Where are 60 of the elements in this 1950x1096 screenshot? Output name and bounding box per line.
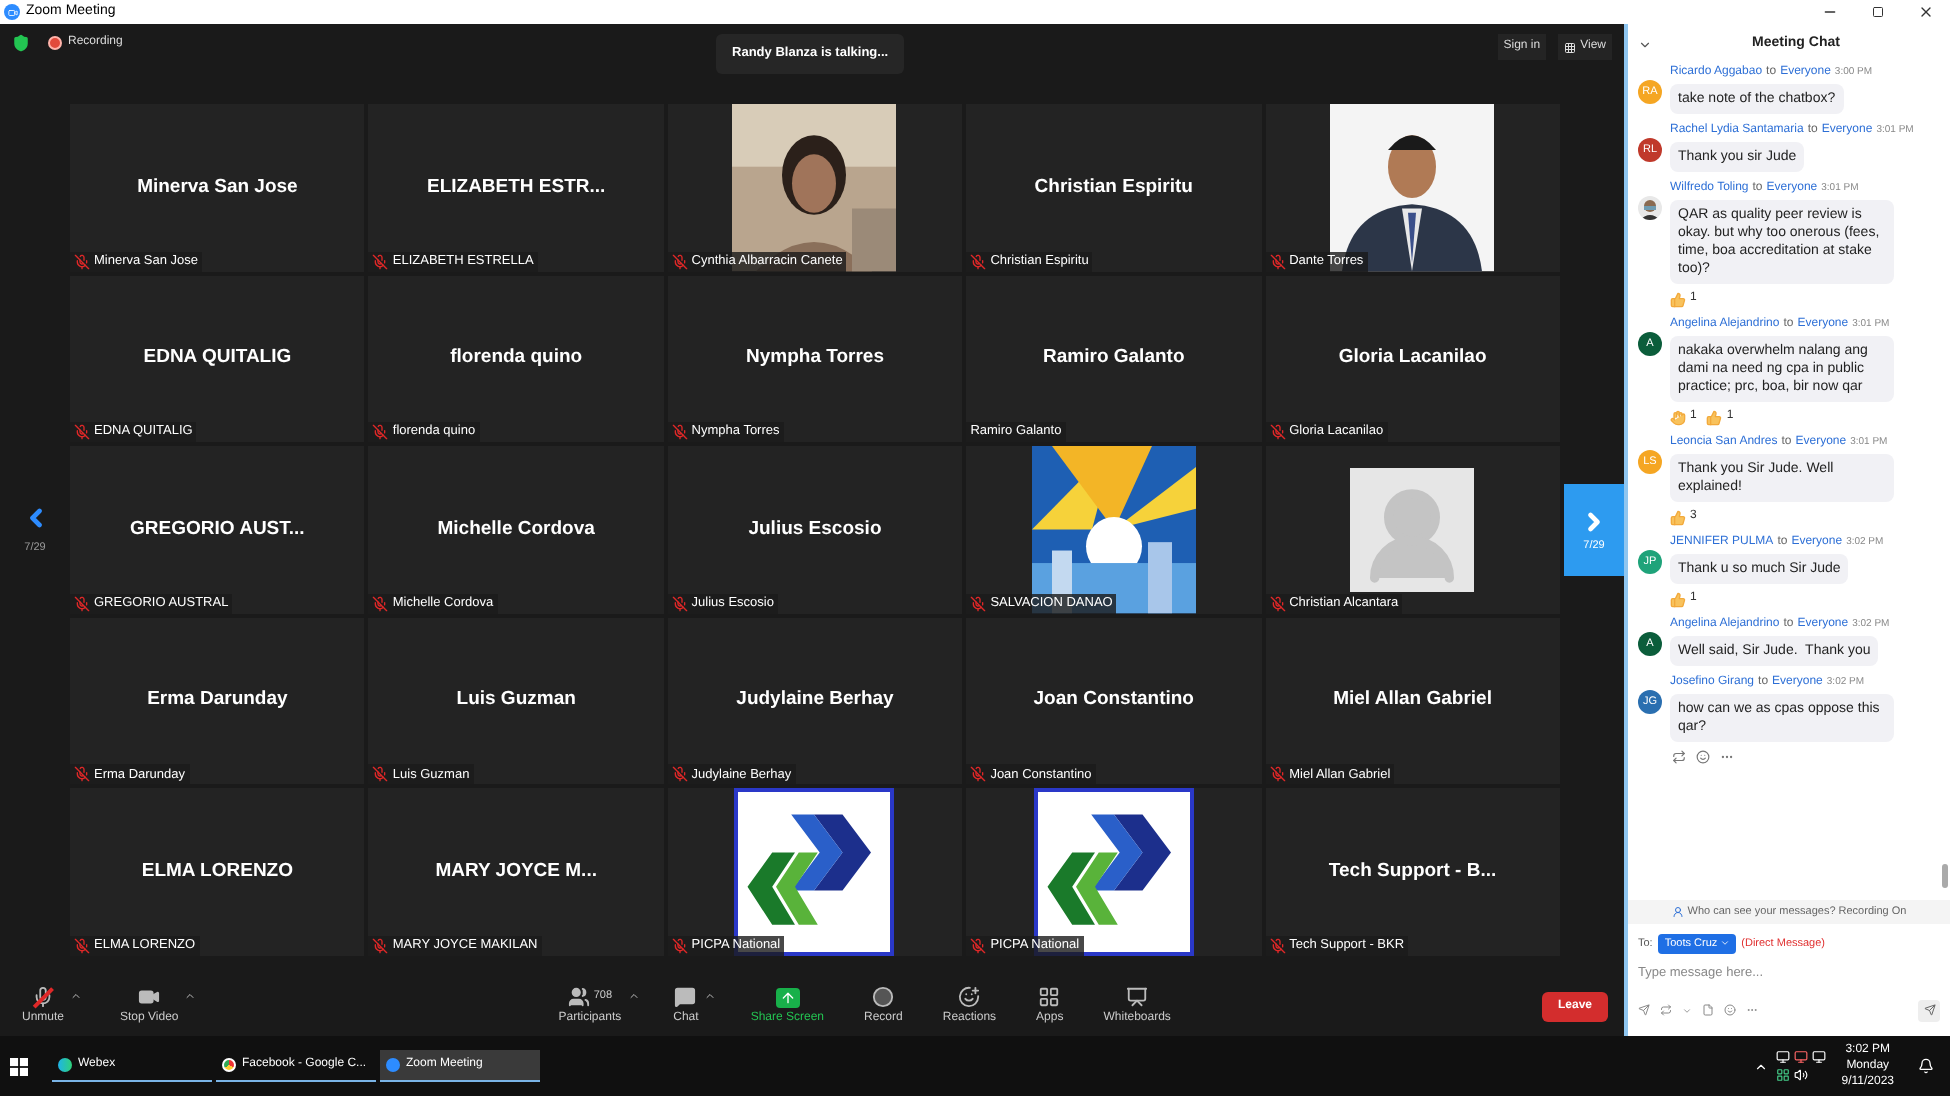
- participant-name: Gloria Lacanilao: [1338, 344, 1487, 373]
- participant-name: Julius Escosio: [748, 515, 882, 544]
- participant-name: EDNA QUITALIG: [143, 344, 292, 373]
- caret-icon[interactable]: [184, 990, 197, 1002]
- record-icon: [872, 986, 895, 1008]
- participant-name: Minerva San Jose: [137, 173, 298, 202]
- caret-icon[interactable]: [704, 990, 717, 1002]
- windows-start-icon[interactable]: [10, 1057, 28, 1075]
- participant-name: Tech Support - B...: [1328, 858, 1497, 887]
- caret-icon: [1719, 938, 1730, 949]
- participant-name: GREGORIO AUST...: [130, 515, 305, 544]
- apps-icon: [1038, 986, 1061, 1008]
- restore-icon[interactable]: [1872, 6, 1884, 18]
- thumbs-up-icon: [1670, 291, 1686, 307]
- chat-bubble-icon: [674, 986, 697, 1008]
- person-icon: [1671, 905, 1684, 918]
- browser-icon: [222, 1058, 236, 1072]
- emoji-icon[interactable]: [1724, 1004, 1736, 1016]
- caret-icon[interactable]: [627, 990, 640, 1002]
- reply-icon[interactable]: [1672, 750, 1686, 764]
- thumbs-up-icon: [1670, 591, 1686, 607]
- participant-name: Joan Constantino: [1033, 686, 1194, 715]
- emoji-icon[interactable]: [1696, 750, 1710, 764]
- participant-name: Miel Allan Gabriel: [1333, 686, 1492, 715]
- participant-name: ELIZABETH ESTR...: [426, 173, 606, 202]
- app-logo-icon: [386, 1058, 400, 1072]
- shield-icon: [12, 34, 30, 52]
- participant-name: Nympha Torres: [746, 344, 884, 373]
- webex-icon: [58, 1058, 72, 1072]
- notification-icon[interactable]: [1918, 1058, 1934, 1074]
- scrollbar-thumb[interactable]: [1942, 863, 1948, 888]
- more-icon[interactable]: [1720, 750, 1734, 764]
- recording-icon: [48, 36, 62, 50]
- participant-name: ELMA LORENZO: [141, 858, 294, 887]
- participant-name: florenda quino: [450, 344, 583, 373]
- participant-name: Ramiro Galanto: [1043, 344, 1185, 373]
- smiley-plus-icon: [958, 986, 981, 1008]
- tray-caret-icon[interactable]: [1753, 1059, 1768, 1073]
- close-icon[interactable]: [1918, 4, 1934, 20]
- avatar-silhouette-icon: [1350, 467, 1475, 592]
- whiteboard-icon: [1126, 986, 1149, 1008]
- volume-icon[interactable]: [1793, 1068, 1808, 1082]
- participant-name: Michelle Cordova: [437, 515, 595, 544]
- send-button[interactable]: [1918, 999, 1940, 1021]
- send-icon: [1923, 1004, 1935, 1016]
- grid-icon: [1564, 41, 1577, 53]
- participant-name: Christian Espiritu: [1034, 173, 1193, 202]
- participant-name: Luis Guzman: [456, 686, 576, 715]
- share-screen-icon: [775, 987, 800, 1007]
- caret-icon[interactable]: [70, 990, 83, 1002]
- muted-mic-icon: [32, 986, 54, 1008]
- participant-name: Judylaine Berhay: [736, 686, 894, 715]
- thumbs-up-icon: [1670, 509, 1686, 525]
- ok-hand-icon: [1670, 409, 1686, 425]
- collapse-icon[interactable]: [1638, 37, 1652, 51]
- participant-name: MARY JOYCE M...: [435, 858, 597, 887]
- people-icon: [567, 986, 590, 1008]
- thumbs-up-icon: [1706, 409, 1723, 425]
- participant-name: Erma Darunday: [147, 686, 288, 715]
- tray-app-icon[interactable]: [1775, 1068, 1790, 1082]
